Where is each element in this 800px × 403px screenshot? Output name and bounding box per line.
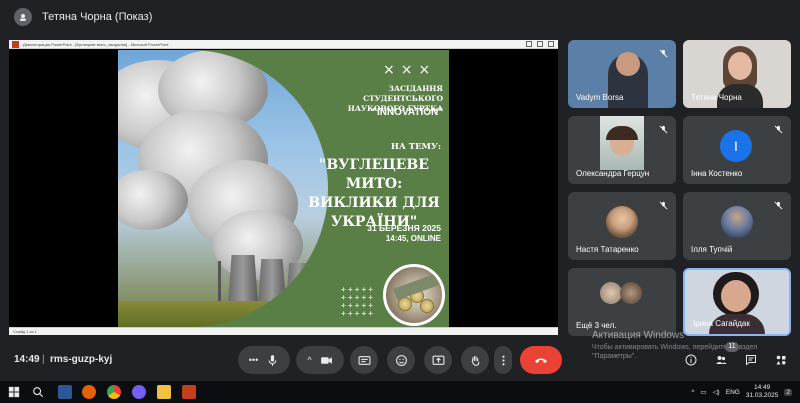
participant-name: Інна Костенко	[691, 169, 743, 178]
side-panel-icons	[684, 353, 788, 367]
top-bar: Тетяна Чорна (Показ)	[0, 0, 800, 34]
windows-start-icon[interactable]	[8, 385, 22, 399]
hand-icon	[471, 355, 479, 366]
camera-button[interactable]: ^	[296, 346, 344, 374]
participant-name: Настя Татаренко	[576, 245, 639, 254]
info-icon[interactable]	[684, 353, 698, 367]
emoji-icon	[395, 354, 407, 366]
search-icon[interactable]	[32, 385, 46, 399]
more-vert-icon	[501, 355, 505, 365]
clock[interactable]: 14:49 31.03.2025	[746, 384, 779, 400]
mic-off-icon	[656, 122, 670, 136]
meeting-time: 14:49	[14, 354, 40, 365]
more-participants-label: Ещё 3 чел.	[576, 321, 617, 330]
participant-name: Vadym Borsa	[576, 93, 624, 102]
notifications-icon[interactable]: 2	[784, 388, 792, 396]
clock-time: 14:49	[753, 384, 771, 391]
windows-taskbar: ^ ▭ ◁) ENG 14:49 31.03.2025 2	[0, 381, 800, 403]
activities-icon[interactable]	[774, 353, 788, 367]
participant-name: Ірина Сагайдак	[693, 319, 750, 328]
participant-name: Олександра Герцун	[576, 169, 650, 178]
clock-date: 31.03.2025	[745, 392, 779, 399]
slide-theme-label: НА ТЕМУ:	[390, 142, 441, 152]
separator: |	[42, 354, 45, 365]
participants-count-badge: 11	[725, 342, 739, 352]
activation-watermark-title: Активация Windows	[592, 330, 685, 341]
mic-off-icon	[771, 122, 785, 136]
phone-hangup-icon	[535, 358, 547, 363]
participant-name: Тетяна Чорна	[691, 93, 742, 102]
language-indicator[interactable]: ENG	[726, 389, 740, 396]
participant-tile[interactable]: І Інна Костенко	[683, 116, 791, 184]
close-icon	[548, 41, 554, 47]
slide-circle-name: "INNOVATION"	[372, 107, 443, 118]
participant-tile[interactable]: Тетяна Чорна	[683, 40, 791, 108]
presentation-stage: Демонстрация PowerPoint - [Вуглецеве мит…	[9, 40, 558, 335]
reactions-button[interactable]	[387, 346, 415, 374]
participant-tile[interactable]: Настя Татаренко	[568, 192, 676, 260]
bottom-controls: 14:49 | rms-guzp-kyj ••• ^	[0, 341, 800, 381]
more-options-button[interactable]	[494, 346, 512, 374]
mic-button[interactable]: •••	[238, 346, 290, 374]
maximize-icon	[537, 41, 543, 47]
slide-marks: ×××	[383, 62, 437, 78]
participant-avatar	[606, 206, 638, 238]
more-participants-tile[interactable]: Ещё 3 чел.	[568, 268, 676, 336]
slide-time: 14:45, ONLINE	[385, 234, 441, 243]
word-icon[interactable]	[58, 385, 72, 399]
file-explorer-icon[interactable]	[157, 385, 171, 399]
presenter-avatar	[14, 8, 32, 26]
captions-icon	[358, 355, 370, 365]
powerpoint-statusbar: Слайд 1 из 1	[9, 327, 558, 335]
chat-icon[interactable]	[744, 353, 758, 367]
chevron-up-icon[interactable]: ^	[307, 355, 311, 365]
mic-off-icon	[656, 46, 670, 60]
meet-window: Тетяна Чорна (Показ) Демонстрация PowerP…	[0, 0, 800, 403]
plus-pattern: +++++ +++++ +++++ +++++	[341, 285, 376, 318]
participant-name: Ілля Тупчій	[691, 245, 733, 254]
mic-off-icon	[771, 198, 785, 212]
leave-call-button[interactable]	[520, 346, 562, 374]
powerpoint-titlebar: Демонстрация PowerPoint - [Вуглецеве мит…	[9, 40, 558, 49]
microphone-icon	[268, 354, 277, 366]
raise-hand-button[interactable]	[461, 346, 489, 374]
mic-off-icon	[656, 198, 670, 212]
present-screen-icon	[432, 355, 444, 365]
presenter-label: Тетяна Чорна (Показ)	[42, 11, 153, 23]
system-tray: ^ ▭ ◁) ENG 14:49 31.03.2025 2	[691, 384, 792, 400]
window-controls	[526, 41, 554, 47]
participant-tile[interactable]: Олександра Герцун	[568, 116, 676, 184]
meeting-code: rms-guzp-kyj	[50, 354, 113, 365]
viber-icon[interactable]	[132, 385, 146, 399]
more-options-icon[interactable]: •••	[249, 355, 258, 365]
participant-avatar: І	[720, 130, 752, 162]
network-icon[interactable]: ▭	[700, 388, 706, 396]
power-plant-photo	[118, 50, 328, 327]
participant-tile[interactable]: Ірина Сагайдак	[683, 268, 791, 336]
slide-title: "ВУГЛЕЦЕВЕ МИТО: ВИКЛИКИ ДЛЯ УКРАЇНИ"	[308, 157, 440, 230]
powerpoint-taskbar-icon[interactable]	[182, 385, 196, 399]
volume-icon[interactable]: ◁)	[713, 388, 720, 396]
slide-date: 31 БЕРЕЗНЯ 2025	[367, 223, 441, 233]
present-button[interactable]	[424, 346, 452, 374]
people-icon[interactable]	[714, 353, 728, 367]
coins-photo	[383, 264, 445, 326]
chrome-icon[interactable]	[107, 385, 121, 399]
chevron-up-icon[interactable]: ^	[691, 389, 694, 396]
minimize-icon	[526, 41, 532, 47]
captions-button[interactable]	[350, 346, 378, 374]
slide: ××× ЗАСІДАННЯ СТУДЕНТСЬКОГО НАУКОВОГО ГУ…	[118, 50, 449, 327]
powerpoint-window-title: Демонстрация PowerPoint - [Вуглецеве мит…	[23, 42, 169, 47]
camera-icon	[320, 356, 332, 364]
firefox-icon[interactable]	[82, 385, 96, 399]
powerpoint-icon	[12, 41, 19, 48]
participant-tile[interactable]: Ілля Тупчій	[683, 192, 791, 260]
participant-tile[interactable]: Vadym Borsa	[568, 40, 676, 108]
participant-avatar	[721, 206, 753, 238]
